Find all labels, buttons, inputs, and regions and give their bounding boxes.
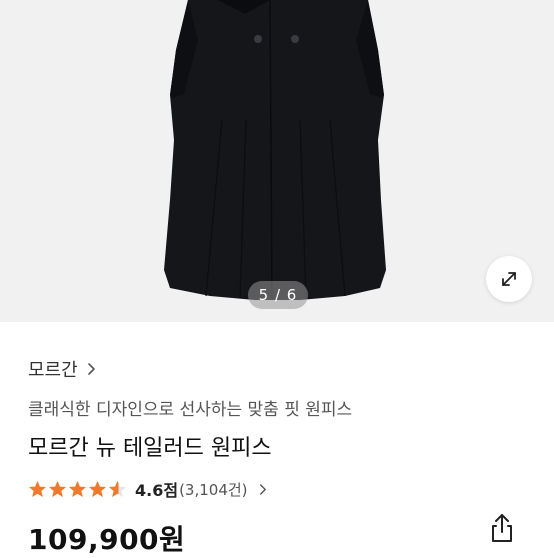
review-count: (3,104건): [179, 480, 248, 499]
star-half-icon: [108, 480, 127, 498]
star-icon: [68, 480, 87, 498]
product-image[interactable]: [0, 0, 554, 322]
product-price: 109,900원: [28, 523, 186, 556]
star-icon: [48, 480, 67, 498]
product-title: 모르간 뉴 테일러드 원피스: [28, 436, 272, 461]
brand-name: 모르간: [28, 360, 78, 381]
expand-image-button[interactable]: [486, 256, 532, 302]
product-image-gallery[interactable]: 5 / 6: [0, 0, 554, 322]
coat-shape: [164, 0, 386, 300]
expand-arrows-icon: [499, 269, 519, 289]
share-icon: [488, 512, 516, 544]
coat-button: [291, 35, 299, 43]
brand-link[interactable]: 모르간: [28, 356, 96, 382]
share-button[interactable]: [484, 508, 520, 548]
image-page-indicator: 5 / 6: [248, 281, 308, 309]
star-icon: [88, 480, 107, 498]
product-subtitle: 클래식한 디자인으로 선사하는 맞춤 핏 원피스: [28, 400, 353, 420]
star-rating: [28, 480, 127, 498]
chevron-right-icon: [258, 483, 267, 496]
rating-score: 4.6점: [135, 481, 179, 500]
star-icon: [28, 480, 47, 498]
chevron-right-icon: [86, 362, 96, 376]
coat-button: [254, 35, 262, 43]
rating-row[interactable]: 4.6점 (3,104건): [28, 477, 267, 501]
